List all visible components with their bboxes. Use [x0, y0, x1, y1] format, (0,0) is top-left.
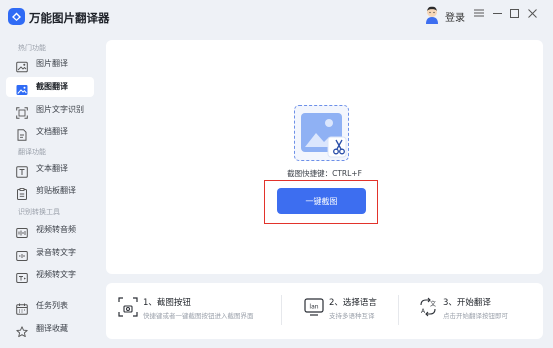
- step-desc: 支持多语种互译: [329, 312, 375, 320]
- divider: [398, 295, 399, 325]
- sidebar-item-task-list[interactable]: 任务列表: [6, 296, 94, 316]
- calendar-icon: [16, 300, 28, 315]
- shortcut-hint: 截图快捷键：CTRL+F: [287, 169, 362, 178]
- app-logo-icon: [8, 8, 25, 25]
- sidebar-item-label: 视频转音频: [36, 225, 76, 234]
- step-desc: 点击开始翻译按钮即可: [443, 312, 508, 320]
- main-panel: 截图快捷键：CTRL+F 一键截图: [106, 40, 543, 274]
- avatar[interactable]: [424, 6, 440, 24]
- clipboard-icon: [16, 185, 28, 200]
- step-language: lan 2、选择语言 支持多语种互译: [304, 283, 404, 339]
- screenshot-frame-icon: [118, 297, 138, 317]
- steps-panel: 1、截图按钮 快捷键或者一键截图按钮进入截图界面 lan 2、选择语言 支持多语…: [106, 283, 543, 339]
- divider: [281, 295, 282, 325]
- sidebar-item-video-to-audio[interactable]: 视频转音频: [6, 220, 94, 240]
- sidebar-item-label: 文档翻译: [36, 127, 68, 136]
- svg-text:A: A: [421, 308, 426, 315]
- sidebar-item-label: 录音转文字: [36, 248, 76, 257]
- maximize-icon[interactable]: [507, 6, 521, 20]
- sidebar-item-label: 图片翻译: [36, 59, 68, 68]
- sidebar-item-label: 图片文字识别: [36, 105, 84, 114]
- star-icon: [16, 323, 28, 338]
- sidebar-section-translate: 翻译功能: [18, 148, 46, 156]
- sidebar-item-label: 剪贴板翻译: [36, 186, 76, 195]
- minimize-icon[interactable]: [490, 6, 504, 20]
- sidebar-section-hot: 热门功能: [18, 44, 46, 52]
- sidebar-item-label: 任务列表: [36, 301, 68, 310]
- sidebar-item-favorites[interactable]: 翻译收藏: [6, 319, 94, 339]
- sidebar-item-ocr[interactable]: 图片文字识别: [6, 100, 94, 120]
- sidebar-item-document-translate[interactable]: 文档翻译: [6, 122, 94, 142]
- sidebar-item-label: 文本翻译: [36, 164, 68, 173]
- sidebar-item-label: 翻译收藏: [36, 324, 68, 333]
- document-icon: [16, 126, 28, 141]
- sidebar-item-screenshot-translate[interactable]: 截图翻译: [6, 77, 94, 97]
- sidebar-item-label: 视频转文字: [36, 270, 76, 279]
- audio-text-icon: [16, 247, 28, 261]
- close-icon[interactable]: [525, 6, 539, 20]
- scissors-icon: [333, 139, 345, 155]
- sidebar-item-audio-to-text[interactable]: 录音转文字: [6, 243, 94, 263]
- app-title: 万能图片翻译器: [29, 11, 110, 25]
- translate-icon: A文: [418, 297, 438, 317]
- step-title: 2、选择语言: [329, 298, 377, 308]
- screenshot-image-icon: [16, 81, 28, 95]
- video-text-icon: [16, 269, 28, 283]
- sidebar: 热门功能 图片翻译 截图翻译 图片文字识别 文档翻译 翻译功能 文本翻译 剪贴板…: [0, 36, 100, 348]
- sidebar-item-label: 截图翻译: [36, 82, 68, 91]
- sidebar-item-clipboard-translate[interactable]: 剪贴板翻译: [6, 181, 94, 201]
- title-bar: 万能图片翻译器 登录: [0, 0, 553, 36]
- sidebar-item-image-translate[interactable]: 图片翻译: [6, 54, 94, 74]
- login-link[interactable]: 登录: [445, 9, 465, 24]
- scan-text-icon: [16, 104, 28, 119]
- language-icon: lan: [304, 297, 324, 317]
- sidebar-item-text-translate[interactable]: 文本翻译: [6, 159, 94, 179]
- one-click-screenshot-button[interactable]: 一键截图: [277, 188, 366, 214]
- step-desc: 快捷键或者一键截图按钮进入截图界面: [143, 312, 254, 320]
- image-icon: [16, 58, 28, 73]
- text-icon: [16, 163, 28, 178]
- svg-text:lan: lan: [309, 303, 318, 310]
- step-translate: A文 3、开始翻译 点击开始翻译按钮即可: [418, 283, 538, 339]
- step-screenshot: 1、截图按钮 快捷键或者一键截图按钮进入截图界面: [118, 283, 258, 339]
- sidebar-item-video-to-text[interactable]: 视频转文字: [6, 265, 94, 285]
- screenshot-drop-area[interactable]: [294, 105, 349, 161]
- step-title: 3、开始翻译: [443, 298, 491, 308]
- step-title: 1、截图按钮: [143, 298, 191, 308]
- video-audio-icon: [16, 224, 28, 238]
- svg-text:文: 文: [430, 300, 436, 308]
- sidebar-section-tools: 识别转换工具: [18, 208, 60, 216]
- menu-icon[interactable]: [472, 6, 486, 20]
